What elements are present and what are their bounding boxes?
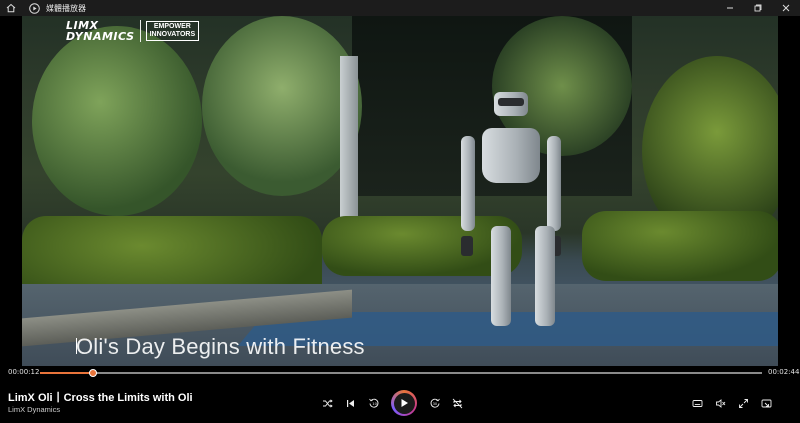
close-icon — [782, 4, 790, 12]
close-button[interactable] — [772, 0, 800, 16]
media-player-icon — [28, 2, 40, 14]
media-subtitle: LimX Dynamics — [8, 405, 61, 414]
logo-divider — [139, 20, 141, 42]
view-controls — [686, 389, 778, 417]
mini-player-button[interactable] — [755, 392, 778, 415]
progress-row: 00:00:12 00:02:44 — [0, 366, 800, 380]
brand-logo: LIMX DYNAMICS EMPOWER INNOVATORS — [66, 20, 200, 43]
svg-text:10: 10 — [372, 402, 377, 406]
robot-visor — [498, 98, 524, 106]
playback-controls: 10 30 — [316, 389, 469, 417]
subtitles-button[interactable] — [686, 392, 709, 415]
robot-left-hand — [461, 236, 473, 256]
media-title: LimX Oli丨Cross the Limits with Oli — [8, 392, 193, 404]
rewind-10-icon: 10 — [368, 397, 380, 409]
current-time: 00:00:12 — [8, 368, 40, 376]
seek-bar[interactable] — [40, 369, 762, 377]
fullscreen-button[interactable] — [732, 392, 755, 415]
video-tree-center — [202, 16, 362, 196]
fullscreen-icon — [738, 398, 749, 409]
video-hedge-right — [582, 211, 778, 281]
video-frame[interactable]: LIMX DYNAMICS EMPOWER INNOVATORS — [22, 16, 778, 366]
play-button[interactable] — [391, 390, 417, 416]
previous-button[interactable] — [339, 392, 362, 415]
shuffle-button[interactable] — [316, 392, 339, 415]
minimize-button[interactable] — [716, 0, 744, 16]
robot-right-arm — [547, 136, 561, 231]
home-button[interactable] — [0, 0, 22, 16]
robot-left-arm — [461, 136, 475, 231]
title-bar: 媒體播放器 — [0, 0, 800, 16]
repeat-off-icon — [452, 398, 463, 409]
restore-icon — [754, 4, 762, 12]
volume-button[interactable] — [709, 392, 732, 415]
seek-bar-thumb[interactable] — [88, 369, 97, 377]
video-tree-left — [32, 26, 202, 216]
robot-right-leg — [535, 226, 555, 326]
volume-mute-icon — [715, 398, 726, 409]
video-caption: Oli's Day Begins with Fitness — [76, 334, 365, 359]
robot-torso — [482, 128, 540, 183]
rewind-button[interactable]: 10 — [362, 392, 385, 415]
home-icon — [6, 3, 16, 13]
robot-figure — [447, 86, 587, 366]
mini-player-icon — [761, 398, 772, 409]
subtitles-icon — [692, 398, 703, 409]
tagline-line2: INNOVATORS — [149, 31, 196, 38]
minimize-icon — [726, 4, 734, 12]
window-title: 媒體播放器 — [46, 3, 86, 13]
logo-tagline: EMPOWER INNOVATORS — [145, 21, 200, 41]
seek-bar-fill — [40, 372, 93, 374]
total-time: 00:02:44 — [768, 368, 800, 376]
tagline-line1: EMPOWER — [153, 23, 191, 30]
forward-30-icon: 30 — [429, 397, 441, 409]
forward-button[interactable]: 30 — [423, 392, 446, 415]
restore-button[interactable] — [744, 0, 772, 16]
play-icon — [399, 398, 409, 408]
shuffle-icon — [322, 398, 333, 409]
play-button-inner — [393, 392, 415, 414]
svg-text:30: 30 — [432, 402, 437, 406]
previous-icon — [345, 398, 356, 409]
robot-left-leg — [491, 226, 511, 326]
logo-brand-line2: DYNAMICS — [66, 30, 135, 43]
repeat-button[interactable] — [446, 392, 469, 415]
